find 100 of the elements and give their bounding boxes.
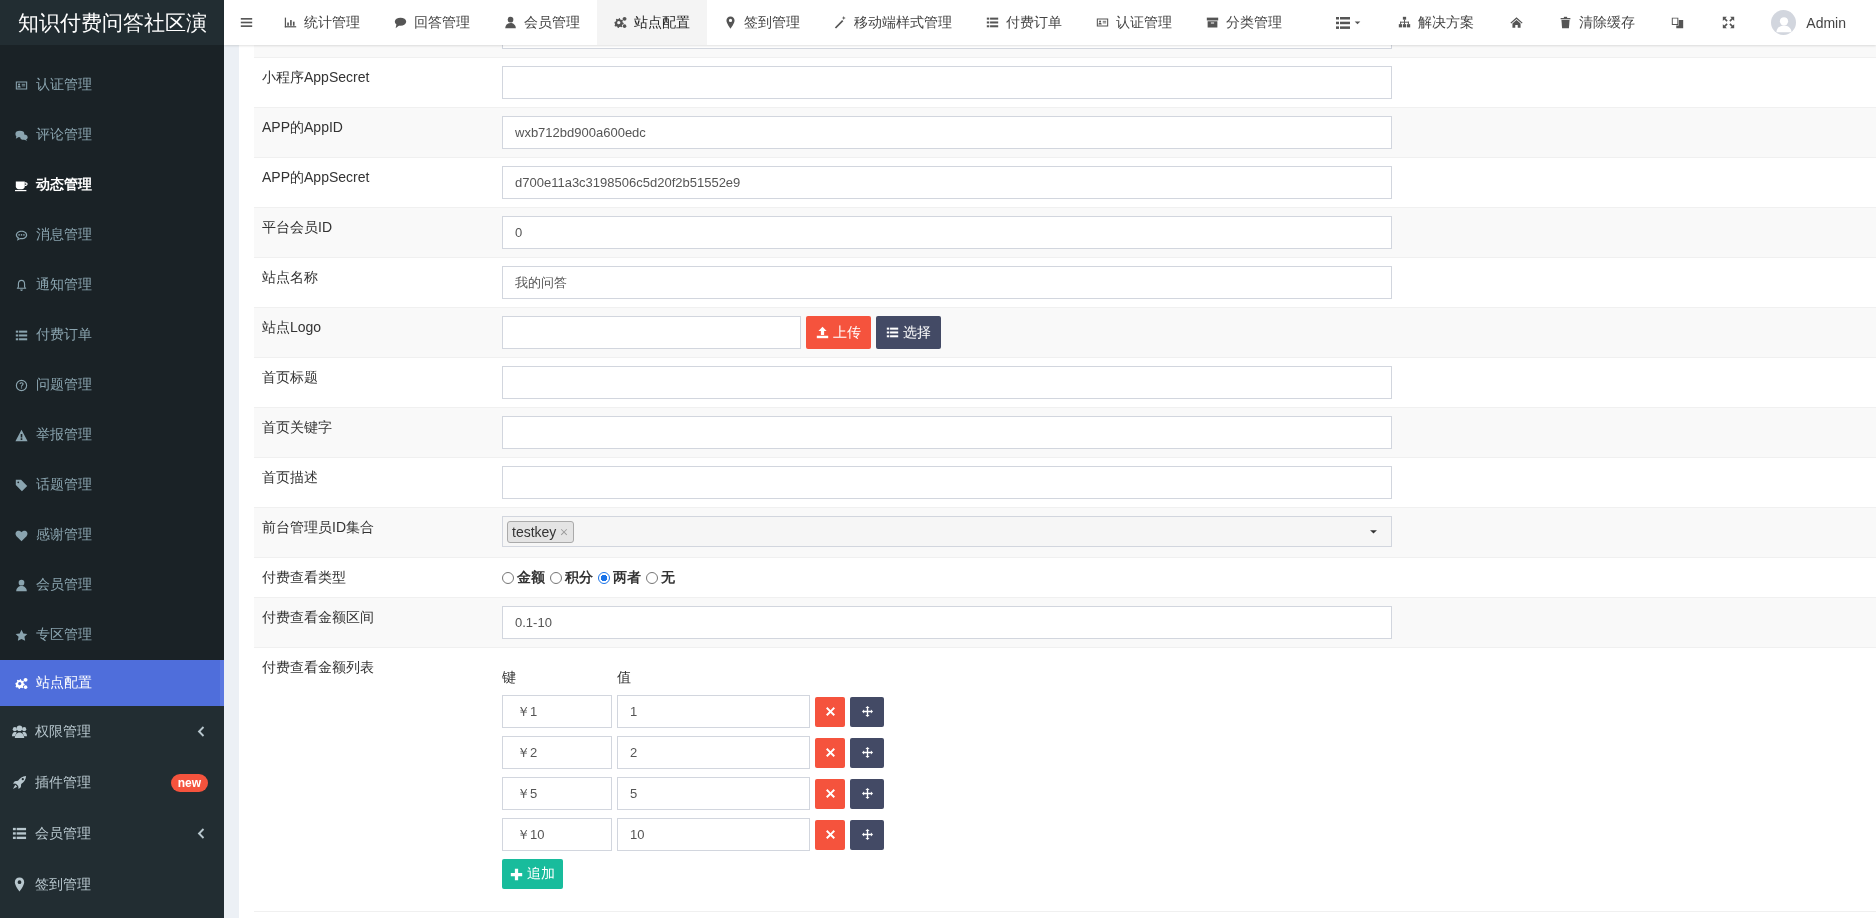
nav-tab[interactable]: 分类管理 bbox=[1189, 0, 1299, 45]
radio-label: 两者 bbox=[613, 569, 641, 587]
new-badge: new bbox=[170, 773, 208, 792]
close-icon bbox=[824, 706, 836, 717]
pin-icon bbox=[12, 877, 27, 892]
nav-tab[interactable]: 回答管理 bbox=[377, 0, 487, 45]
sidebar-item[interactable]: 通知管理 bbox=[0, 260, 224, 310]
input-field[interactable]: 10 bbox=[617, 818, 810, 851]
delete-button[interactable] bbox=[815, 778, 845, 809]
translate-icon bbox=[1671, 16, 1685, 29]
input-field[interactable]: ￥10 bbox=[502, 818, 612, 851]
nav-tab[interactable]: 统计管理 bbox=[267, 0, 377, 45]
nav-tab[interactable]: 付费订单 bbox=[969, 0, 1079, 45]
input-field[interactable] bbox=[502, 366, 1392, 399]
input-field[interactable]: d700e11a3c3198506c5d20f2b51552e9 bbox=[502, 166, 1392, 199]
nav-tab[interactable]: 认证管理 bbox=[1079, 0, 1189, 45]
drag-handle[interactable] bbox=[850, 819, 884, 850]
input-field[interactable]: wxb712bd900a600edc bbox=[502, 116, 1392, 149]
chat-icon bbox=[15, 228, 28, 242]
box-icon bbox=[1206, 16, 1219, 29]
sidebar-item[interactable]: 举报管理 bbox=[0, 410, 224, 460]
input-field[interactable] bbox=[502, 416, 1392, 449]
gears-icon bbox=[614, 16, 627, 29]
sidebar-item[interactable]: 会员管理 bbox=[0, 808, 224, 859]
drag-handle[interactable] bbox=[850, 737, 884, 768]
sidebar-item[interactable]: 会员管理 bbox=[0, 560, 224, 610]
field-label: 付费查看金额区间 bbox=[262, 609, 374, 625]
input-field[interactable]: 0 bbox=[502, 216, 1392, 249]
users-icon bbox=[12, 724, 27, 739]
close-icon bbox=[824, 747, 836, 758]
sidebar-item[interactable]: 付费订单 bbox=[0, 310, 224, 360]
field-label: 平台会员ID bbox=[262, 219, 332, 235]
nav-tab[interactable]: 站点配置 bbox=[597, 0, 707, 45]
sidebar-item[interactable]: 签到管理 bbox=[0, 859, 224, 910]
field-label: APP的AppSecret bbox=[262, 169, 370, 185]
sidebar-item[interactable]: 消息管理 bbox=[0, 210, 224, 260]
nav-tab[interactable]: 移动端样式管理 bbox=[817, 0, 969, 45]
user-menu[interactable]: Admin bbox=[1754, 0, 1876, 45]
column-header: 值 bbox=[617, 669, 631, 687]
column-header: 键 bbox=[502, 669, 517, 687]
nav-tab[interactable]: 会员管理 bbox=[487, 0, 597, 45]
warning-icon bbox=[15, 428, 28, 442]
sidebar-item[interactable]: 站点配置 bbox=[0, 660, 224, 706]
list-icon bbox=[1335, 14, 1352, 31]
sidebar-item[interactable]: 感谢管理 bbox=[0, 510, 224, 560]
radio-button[interactable] bbox=[646, 572, 658, 584]
caret-icon bbox=[1353, 18, 1363, 27]
wand-icon bbox=[834, 16, 847, 29]
delete-button[interactable] bbox=[815, 696, 845, 727]
input-field[interactable]: 我的问答 bbox=[502, 266, 1392, 299]
drag-handle[interactable] bbox=[850, 696, 884, 727]
user-icon bbox=[15, 578, 28, 592]
field-label: 前台管理员ID集合 bbox=[262, 519, 374, 535]
input-field[interactable] bbox=[502, 66, 1392, 99]
field-label: 首页关键字 bbox=[262, 419, 332, 435]
nav-tab[interactable]: 签到管理 bbox=[707, 0, 817, 45]
star-icon bbox=[15, 628, 28, 642]
drag-handle[interactable] bbox=[850, 778, 884, 809]
sidebar-item[interactable]: 问题管理 bbox=[0, 360, 224, 410]
input-field[interactable]: 0.1-10 bbox=[502, 606, 1392, 639]
radio-button[interactable] bbox=[598, 572, 610, 584]
trash-icon bbox=[1559, 16, 1573, 29]
input-field[interactable] bbox=[502, 316, 801, 349]
radio-button[interactable] bbox=[502, 572, 514, 584]
avatar-icon bbox=[1771, 10, 1797, 35]
sidebar-item[interactable]: 评论管理 bbox=[0, 110, 224, 160]
input-field[interactable]: ￥5 bbox=[502, 777, 612, 810]
input-field[interactable]: 5 bbox=[617, 777, 810, 810]
nav-link[interactable]: 清除缓存 bbox=[1542, 0, 1653, 45]
field-label: 付费查看金额列表 bbox=[262, 659, 374, 675]
delete-button[interactable] bbox=[815, 819, 845, 850]
sidebar-item[interactable]: 权限管理 bbox=[0, 706, 224, 757]
bell-icon bbox=[15, 278, 28, 292]
sidebar-item[interactable]: 话题管理 bbox=[0, 460, 224, 510]
move-icon bbox=[861, 829, 873, 840]
brand-title[interactable]: 知识付费问答社区演 bbox=[0, 0, 224, 45]
move-icon bbox=[861, 706, 873, 717]
sidebar-item[interactable]: 认证管理 bbox=[0, 60, 224, 110]
tag-chip[interactable]: testkey bbox=[507, 520, 575, 543]
sidebar-item[interactable]: 插件管理 new bbox=[0, 757, 224, 808]
list-icon bbox=[12, 826, 27, 841]
input-field[interactable]: 2 bbox=[617, 736, 810, 769]
choose-button[interactable]: 选择 bbox=[876, 316, 941, 349]
input-field[interactable]: ￥1 bbox=[502, 695, 612, 728]
sidebar-item[interactable]: 动态管理 bbox=[0, 160, 224, 210]
radio-button[interactable] bbox=[550, 572, 562, 584]
speech-bubbles-icon bbox=[15, 128, 28, 142]
input-field[interactable] bbox=[502, 466, 1392, 499]
pin-icon bbox=[724, 16, 737, 29]
select-field[interactable]: testkey bbox=[502, 516, 1392, 547]
list-icon bbox=[986, 16, 999, 29]
delete-button[interactable] bbox=[815, 737, 845, 768]
remove-icon bbox=[559, 526, 570, 537]
question-icon bbox=[15, 378, 28, 392]
nav-link[interactable]: 解决方案 bbox=[1381, 0, 1492, 45]
sidebar-item[interactable]: 专区管理 bbox=[0, 610, 224, 660]
input-field[interactable]: 1 bbox=[617, 695, 810, 728]
input-field[interactable]: ￥2 bbox=[502, 736, 612, 769]
plus-icon bbox=[510, 867, 523, 881]
radio-label: 无 bbox=[661, 569, 675, 587]
